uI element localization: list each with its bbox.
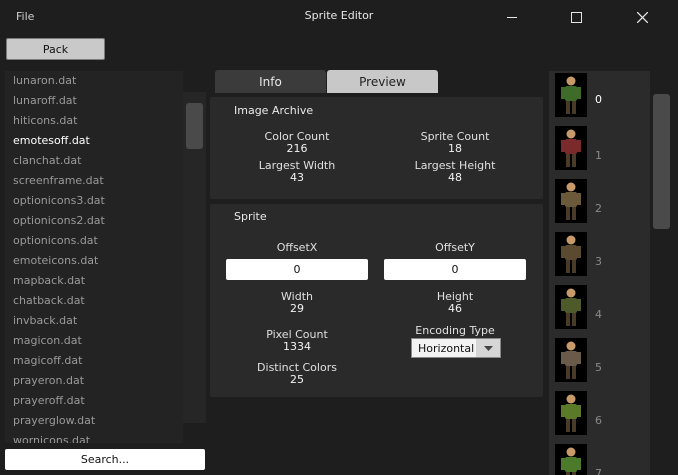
file-list-item[interactable]: mapback.dat: [5, 271, 183, 291]
file-list-item[interactable]: optionicons2.dat: [5, 211, 183, 231]
chevron-down-icon[interactable]: [476, 339, 500, 357]
pack-button[interactable]: Pack: [6, 38, 105, 60]
sprite-list-item[interactable]: 4: [555, 285, 645, 333]
close-icon: [636, 11, 648, 23]
search-button[interactable]: Search...: [5, 449, 205, 470]
tab-preview[interactable]: Preview: [327, 70, 438, 93]
encoding-type-value: Horizontal: [418, 342, 475, 355]
height-value: 46: [448, 302, 462, 315]
encoding-type-select[interactable]: Horizontal: [411, 338, 501, 358]
largest-height-value: 48: [448, 171, 462, 184]
file-list-item[interactable]: prayeroff.dat: [5, 391, 183, 411]
file-list-item[interactable]: invback.dat: [5, 311, 183, 331]
offsetx-label: OffsetX: [276, 241, 318, 254]
maximize-button[interactable]: [553, 0, 599, 34]
sprite-thumbnail: [555, 391, 587, 435]
sprite-index-label: 4: [595, 308, 602, 321]
sprite-thumbnail: [555, 73, 587, 117]
file-list-item[interactable]: prayerglow.dat: [5, 411, 183, 431]
sprite-thumbnail: [555, 444, 587, 475]
sprite-index-label: 7: [595, 467, 602, 475]
sprite-index-label: 1: [595, 149, 602, 162]
file-list-item[interactable]: magicon.dat: [5, 331, 183, 351]
file-list-item[interactable]: optionicons.dat: [5, 231, 183, 251]
tab-info[interactable]: Info: [215, 70, 326, 93]
file-list-scroll-thumb[interactable]: [186, 103, 203, 149]
file-list-item[interactable]: prayeron.dat: [5, 371, 183, 391]
close-button[interactable]: [619, 0, 665, 34]
encoding-type-label: Encoding Type: [415, 324, 495, 337]
minimize-icon: [507, 16, 517, 18]
minimize-button[interactable]: [489, 0, 535, 34]
file-list-item[interactable]: emoteicons.dat: [5, 251, 183, 271]
distinct-colors-value: 25: [290, 373, 304, 386]
sprite-thumbnail: [555, 179, 587, 223]
sprite-index-label: 0: [595, 93, 602, 106]
sprite-list[interactable]: 0 1 2 3 4 5 6 7: [549, 71, 650, 475]
file-list-item[interactable]: emotesoff.dat: [5, 131, 183, 151]
offsety-label: OffsetY: [435, 241, 475, 254]
file-list-item[interactable]: chatback.dat: [5, 291, 183, 311]
pixel-count-value: 1334: [283, 340, 311, 353]
sprite-thumbnail: [555, 338, 587, 382]
file-list[interactable]: lunaron.dat lunaroff.dat hiticons.dat emote…: [5, 71, 183, 443]
sprite-list-item[interactable]: 3: [555, 232, 645, 280]
sprite-list-item[interactable]: 7: [555, 444, 645, 475]
sprite-thumbnail: [555, 126, 587, 170]
file-list-item[interactable]: lunaron.dat: [5, 71, 183, 91]
sprite-index-label: 2: [595, 202, 602, 215]
sprite-thumbnail: [555, 232, 587, 276]
offsetx-input[interactable]: 0: [226, 259, 368, 280]
file-list-item[interactable]: wornicons.dat: [5, 431, 183, 443]
width-value: 29: [290, 302, 304, 315]
sprite-index-label: 3: [595, 255, 602, 268]
file-list-item[interactable]: hiticons.dat: [5, 111, 183, 131]
sprite-list-item[interactable]: 1: [555, 126, 645, 174]
sprite-list-item[interactable]: 6: [555, 391, 645, 439]
sprite-index-label: 6: [595, 414, 602, 427]
sprite-count-value: 18: [448, 142, 462, 155]
maximize-icon: [570, 11, 582, 23]
sprite-thumbnail: [555, 285, 587, 329]
largest-width-value: 43: [290, 171, 304, 184]
sprite-list-item[interactable]: 5: [555, 338, 645, 386]
file-list-item[interactable]: screenframe.dat: [5, 171, 183, 191]
file-list-item[interactable]: clanchat.dat: [5, 151, 183, 171]
sprite-list-item[interactable]: 0: [555, 73, 645, 121]
sprite-list-item[interactable]: 2: [555, 179, 645, 227]
file-list-item[interactable]: lunaroff.dat: [5, 91, 183, 111]
file-list-item[interactable]: magicoff.dat: [5, 351, 183, 371]
sprite-index-label: 5: [595, 361, 602, 374]
color-count-value: 216: [286, 142, 308, 155]
offsety-input[interactable]: 0: [384, 259, 526, 280]
sprite-title: Sprite: [234, 210, 267, 223]
sprite-list-scroll-thumb[interactable]: [653, 94, 670, 229]
image-archive-title: Image Archive: [234, 104, 314, 117]
file-list-item[interactable]: optionicons3.dat: [5, 191, 183, 211]
